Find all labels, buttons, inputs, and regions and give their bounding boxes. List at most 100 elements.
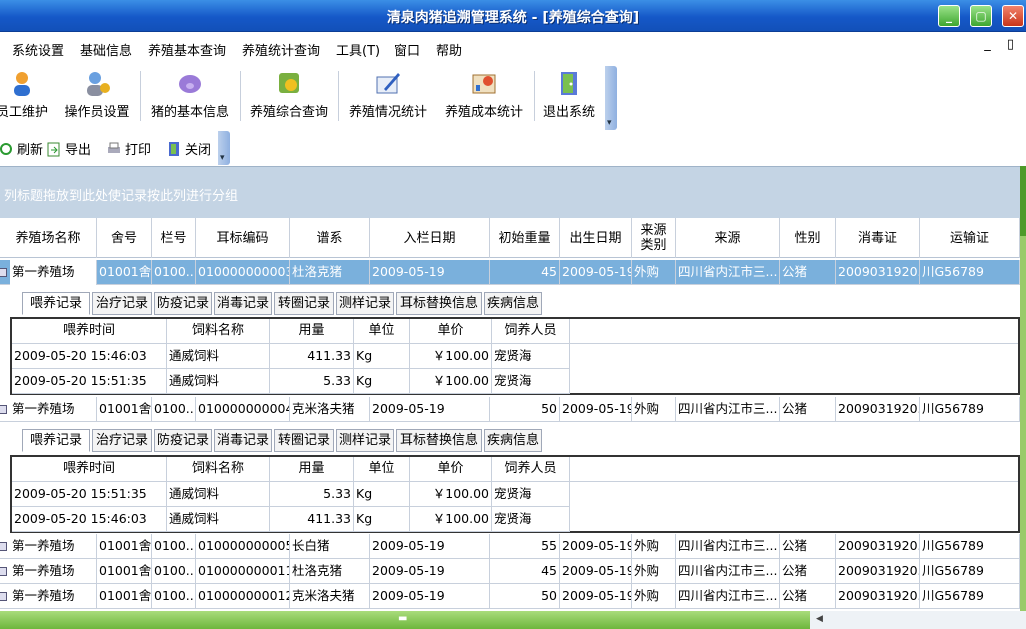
vertical-scrollbar[interactable]: [1020, 166, 1026, 611]
operator-icon: [87, 72, 110, 96]
col-header[interactable]: 初始重量: [490, 218, 560, 258]
table-row[interactable]: 第一养殖场 01001舍 0100... 010000000011 杜洛克猪 2…: [0, 559, 1020, 584]
toolbar-separator: [534, 71, 535, 121]
mdi-controls[interactable]: _ ▯: [984, 37, 1020, 52]
col-header[interactable]: 舍号: [97, 218, 152, 258]
toolbar-separator: [240, 71, 241, 121]
door-close-icon: [169, 141, 179, 156]
group-hint: 列标题拖放到此处使记录按此列进行分组: [4, 189, 239, 204]
tab-disinfection[interactable]: 消毒记录: [214, 292, 272, 315]
operator-settings-button[interactable]: 操作员设置: [60, 65, 134, 127]
col-header[interactable]: 耳标编码: [196, 218, 290, 258]
tab-eartag-replace[interactable]: 耳标替换信息: [396, 429, 482, 452]
status-area: ◀: [810, 611, 1026, 629]
toolbar-overflow-button[interactable]: ▾: [605, 66, 617, 130]
menu-help[interactable]: 帮助: [436, 40, 462, 59]
menu-basic-info[interactable]: 基础信息: [80, 40, 132, 59]
detail-tabs: 喂养记录 治疗记录 防疫记录 消毒记录 转圈记录 测样记录 耳标替换信息 疾病信…: [10, 427, 1020, 452]
menu-breeding-stats[interactable]: 养殖统计查询: [242, 40, 320, 59]
tab-feeding[interactable]: 喂养记录: [22, 429, 90, 452]
tab-disease[interactable]: 疾病信息: [484, 429, 542, 452]
col-header[interactable]: 出生日期: [560, 218, 632, 258]
col-header[interactable]: 入栏日期: [370, 218, 490, 258]
tab-sampling[interactable]: 测样记录: [336, 429, 394, 452]
pen-chart-icon: [376, 73, 400, 94]
tab-treatment[interactable]: 治疗记录: [92, 292, 152, 315]
breeding-stats-button[interactable]: 养殖情况统计: [344, 65, 432, 127]
col-header[interactable]: 来源 类别: [632, 218, 676, 258]
col-header[interactable]: 养殖场名称: [0, 218, 97, 258]
print-button[interactable]: 打印: [106, 139, 151, 158]
table-row[interactable]: 第一养殖场 01001舍 0100... 010000000012 克米洛夫猪 …: [0, 584, 1020, 609]
subgrid-header: 喂养时间 饲料名称 用量 单位 单价 饲养人员: [12, 457, 1018, 482]
feeding-subgrid: 喂养时间 饲料名称 用量 单位 单价 饲养人员 2009-05-20 15:51…: [10, 455, 1020, 533]
table-row[interactable]: 第一养殖场 01001舍 0100... 010000000005 长白猪 20…: [0, 534, 1020, 559]
menu-system-settings[interactable]: 系统设置: [12, 40, 64, 59]
chevron-down-icon: ▾: [607, 118, 612, 128]
minimize-button[interactable]: _: [938, 5, 960, 27]
export-icon: [47, 142, 60, 156]
pig-icon: [179, 75, 201, 93]
expand-icon[interactable]: [0, 542, 7, 551]
menu-tools[interactable]: 工具(T): [336, 40, 380, 59]
group-by-panel[interactable]: 列标题拖放到此处使记录按此列进行分组: [0, 166, 1020, 218]
col-header[interactable]: 运输证: [920, 218, 1020, 258]
expand-icon[interactable]: [0, 268, 7, 277]
menu-breeding-query[interactable]: 养殖基本查询: [148, 40, 226, 59]
tab-epidemic[interactable]: 防疫记录: [154, 429, 212, 452]
toolbar-separator: [140, 71, 141, 121]
col-header[interactable]: 栏号: [152, 218, 196, 258]
tab-transfer[interactable]: 转圈记录: [274, 429, 334, 452]
tab-epidemic[interactable]: 防疫记录: [154, 292, 212, 315]
export-button[interactable]: 导出: [46, 139, 91, 158]
employee-maintenance-button[interactable]: 员工维护: [0, 65, 50, 127]
expand-icon[interactable]: [0, 567, 7, 576]
table-row[interactable]: 第一养殖场 01001舍 0100... 010000000004 克米洛夫猪 …: [0, 397, 1020, 422]
title-bar: 清泉肉猪追溯管理系统 - [养殖综合查询] _ ▢ ✕: [0, 0, 1026, 32]
tab-eartag-replace[interactable]: 耳标替换信息: [396, 292, 482, 315]
tab-treatment[interactable]: 治疗记录: [92, 429, 152, 452]
toolbar2-overflow-button[interactable]: ▾: [218, 131, 230, 165]
subgrid-row[interactable]: 2009-05-20 15:46:03 通威饲料 411.33 Kg ￥100.…: [12, 344, 1018, 369]
gear-icon: [279, 73, 299, 93]
horizontal-scrollbar[interactable]: ▬: [0, 611, 810, 629]
col-header[interactable]: 性别: [780, 218, 836, 258]
tab-disease[interactable]: 疾病信息: [484, 292, 542, 315]
cost-chart-icon: [472, 74, 496, 94]
col-header[interactable]: 谱系: [290, 218, 370, 258]
tab-sampling[interactable]: 测样记录: [336, 292, 394, 315]
expand-icon[interactable]: [0, 592, 7, 601]
col-header[interactable]: 来源: [676, 218, 780, 258]
window-title: 清泉肉猪追溯管理系统 - [养殖综合查询]: [386, 10, 640, 26]
refresh-icon: [0, 142, 12, 155]
subgrid-row[interactable]: 2009-05-20 15:51:35 通威饲料 5.33 Kg ￥100.00…: [12, 482, 1018, 507]
scroll-grip-icon: ▬: [398, 613, 408, 624]
tab-feeding[interactable]: 喂养记录: [22, 292, 90, 315]
expand-icon[interactable]: [0, 405, 7, 414]
tab-disinfection[interactable]: 消毒记录: [214, 429, 272, 452]
menu-window[interactable]: 窗口: [394, 40, 420, 59]
close-tab-button[interactable]: 关闭: [166, 139, 211, 158]
data-grid: 养殖场名称 舍号 栏号 耳标编码 谱系 入栏日期 初始重量 出生日期 来源 类别…: [0, 218, 1020, 611]
scroll-left-icon[interactable]: ◀: [816, 614, 823, 624]
close-button[interactable]: ✕: [1002, 5, 1024, 27]
user-icon: [14, 72, 30, 96]
feeding-subgrid: 喂养时间 饲料名称 用量 单位 单价 饲养人员 2009-05-20 15:46…: [10, 317, 1020, 395]
menu-bar: 系统设置 基础信息 养殖基本查询 养殖统计查询 工具(T) 窗口 帮助: [0, 33, 1026, 63]
col-header[interactable]: 消毒证: [836, 218, 920, 258]
breeding-query-button[interactable]: 养殖综合查询: [246, 65, 332, 127]
toolbar-separator: [338, 71, 339, 121]
subgrid-row[interactable]: 2009-05-20 15:46:03 通威饲料 411.33 Kg ￥100.…: [12, 507, 1018, 532]
printer-icon: [108, 142, 120, 153]
grid-header: 养殖场名称 舍号 栏号 耳标编码 谱系 入栏日期 初始重量 出生日期 来源 类别…: [0, 218, 1020, 258]
exit-system-button[interactable]: 退出系统: [538, 65, 600, 127]
scrollbar-thumb[interactable]: [1020, 166, 1026, 236]
tab-transfer[interactable]: 转圈记录: [274, 292, 334, 315]
subgrid-row[interactable]: 2009-05-20 15:51:35 通威饲料 5.33 Kg ￥100.00…: [12, 369, 1018, 394]
table-row[interactable]: 第一养殖场 01001舍 0100... 010000000003 杜洛克猪 2…: [0, 260, 1020, 285]
maximize-button[interactable]: ▢: [970, 5, 992, 27]
cost-stats-button[interactable]: 养殖成本统计: [440, 65, 528, 127]
refresh-button[interactable]: 刷新: [0, 139, 43, 158]
pig-basic-info-button[interactable]: 猪的基本信息: [146, 65, 234, 127]
detail-tabs: 喂养记录 治疗记录 防疫记录 消毒记录 转圈记录 测样记录 耳标替换信息 疾病信…: [10, 290, 1020, 315]
